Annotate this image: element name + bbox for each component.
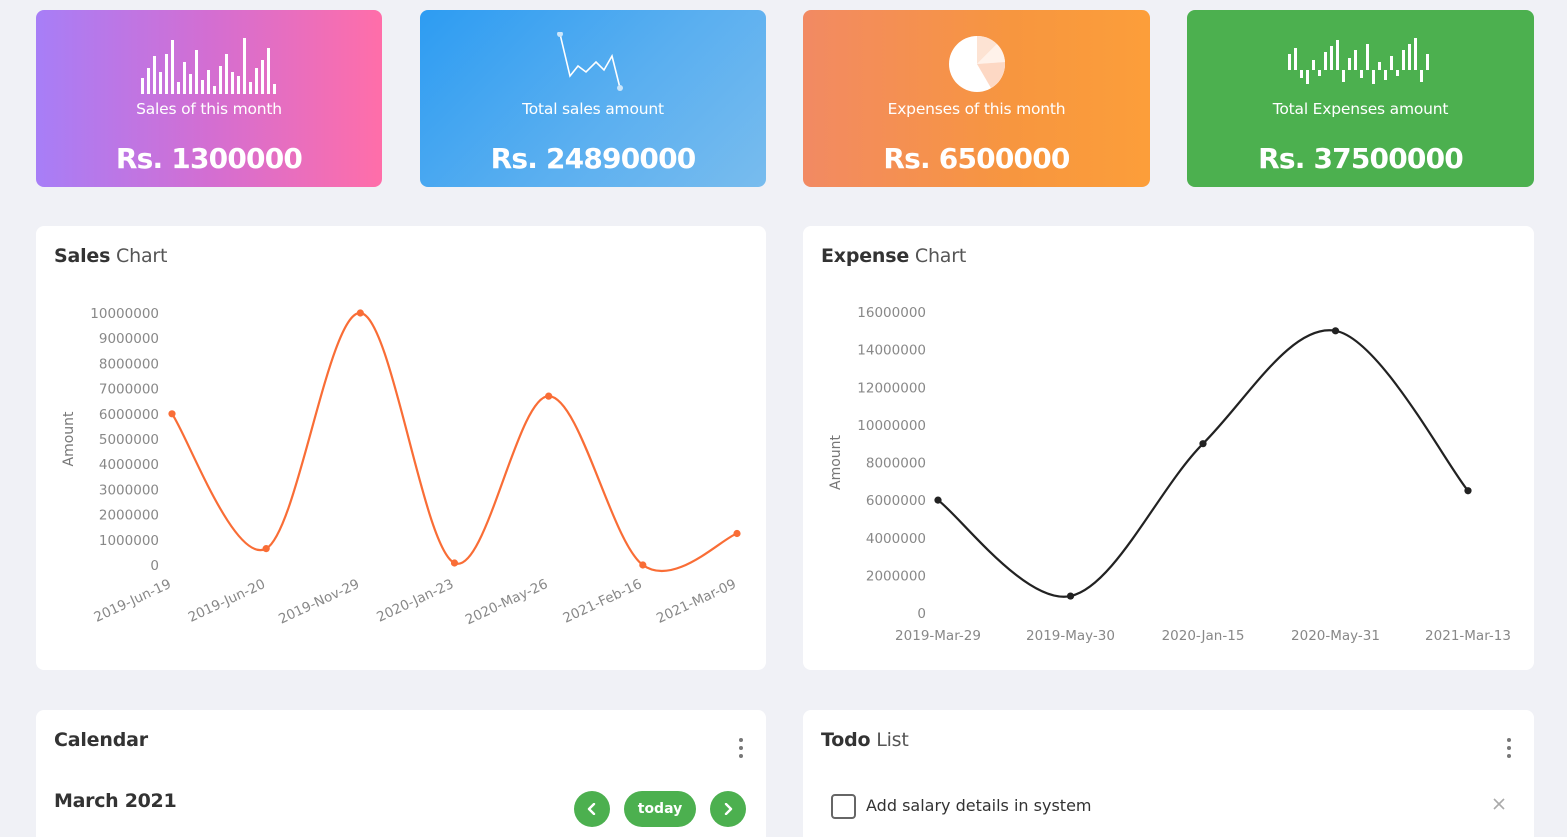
x-tick-label: 2020-May-26 [463,576,550,628]
y-tick-label: 4000000 [99,457,159,473]
calendar-prev-button[interactable] [574,791,610,827]
y-tick-label: 14000000 [857,343,926,359]
stat-value: Rs. 24890000 [490,142,697,175]
x-tick-label: 2019-May-30 [1026,628,1115,644]
panel-title: Todo List [821,729,909,751]
y-tick-label: 2000000 [99,508,159,524]
todo-text: Add salary details in system [866,796,1092,815]
title-bold: Todo [821,729,871,751]
todo-panel: Todo List Add salary details in system [803,710,1534,837]
y-tick-label: 12000000 [857,380,926,396]
pie-sparkline-icon [803,32,1150,96]
x-tick-label: 2021-Feb-16 [561,576,645,627]
y-tick-label: 0 [150,558,159,574]
sales-line-chart: 0 1000000 2000000 3000000 4000000 5000000 6000… [61,306,741,628]
stat-label: Total Expenses amount [1272,100,1449,118]
todo-checkbox[interactable] [831,794,856,819]
close-icon[interactable] [1487,792,1511,816]
y-tick-label: 6000000 [99,407,159,423]
stat-value: Rs. 37500000 [1258,142,1464,175]
y-tick-label: 16000000 [857,305,926,321]
expense-chart-panel: Expense Chart 0 2000000 4000000 6000000 8000… [803,226,1534,670]
y-tick-label: 8000000 [866,456,926,472]
data-point [1066,592,1075,600]
data-point [639,561,647,569]
chevron-left-icon [587,803,596,815]
line-sparkline-icon [420,32,766,96]
data-point [1331,327,1340,335]
y-tick-label: 10000000 [90,306,159,322]
win-loss-sparkline-icon [1187,32,1534,96]
x-tick-label: 2020-Jan-15 [1162,628,1245,644]
chevron-right-icon [724,803,733,815]
y-tick-label: 8000000 [99,356,159,372]
panel-title: Calendar [54,729,148,751]
stat-label: Expenses of this month [887,100,1066,118]
data-point [1199,440,1207,448]
calendar-panel: Calendar March 2021 today [36,710,766,837]
x-tick-label: 2021-Mar-13 [1425,628,1511,644]
y-tick-label: 7000000 [99,382,159,398]
sales-chart-panel: Sales Chart 0 1000000 2000000 3000000 400000… [36,226,766,670]
y-tick-label: 1000000 [99,533,159,549]
more-options-icon[interactable] [1506,738,1512,758]
bar-sparkline-icon [36,32,382,96]
x-tick-label: 2021-Mar-09 [654,576,739,627]
data-point [356,309,364,317]
sales-month-card: Sales of this month Rs. 1300000 [36,10,382,187]
x-tick-label: 2020-May-31 [1291,628,1380,644]
data-point [262,545,270,553]
calendar-next-button[interactable] [710,791,746,827]
y-tick-label: 5000000 [99,432,159,448]
stat-value: Rs. 1300000 [115,142,303,175]
calendar-title: Calendar [54,729,148,751]
x-tick-label: 2020-Jan-23 [374,576,456,626]
y-tick-label: 0 [917,606,926,622]
y-tick-label: 3000000 [99,482,159,498]
data-point [545,392,553,400]
y-axis-label: Amount [828,434,844,490]
total-sales-card: Total sales amount Rs. 24890000 [420,10,766,187]
stat-value: Rs. 6500000 [883,142,1070,175]
stat-label: Sales of this month [136,100,282,118]
data-point [733,529,741,538]
stat-label: Total sales amount [522,100,664,118]
y-tick-label: 10000000 [857,418,926,434]
data-point [168,410,176,418]
y-tick-label: 9000000 [99,331,159,347]
x-tick-label: 2019-Mar-29 [895,628,981,644]
series-line [171,311,738,573]
x-tick-label: 2019-Jun-20 [186,576,268,626]
x-tick-label: 2019-Jun-19 [92,576,174,626]
y-tick-label: 6000000 [866,493,926,509]
total-expenses-card: Total Expenses amount Rs. 37500000 [1187,10,1534,187]
calendar-today-button[interactable]: today [624,791,696,827]
x-tick-label: 2019-Nov-29 [276,576,362,627]
y-axis-label: Amount [61,411,77,467]
y-tick-label: 2000000 [866,568,926,584]
expenses-month-card: Expenses of this month Rs. 6500000 [803,10,1150,187]
calendar-month-title: March 2021 [54,790,177,812]
todo-item: Add salary details in system [831,792,1511,822]
data-point [450,559,459,567]
more-options-icon[interactable] [738,738,744,758]
title-rest: List [870,729,909,751]
data-point [1464,487,1472,495]
expense-line-chart: 0 2000000 4000000 6000000 8000000 10000000 120… [828,305,1511,644]
data-point [934,496,942,504]
series-line [937,329,1469,598]
y-tick-label: 4000000 [866,531,926,547]
